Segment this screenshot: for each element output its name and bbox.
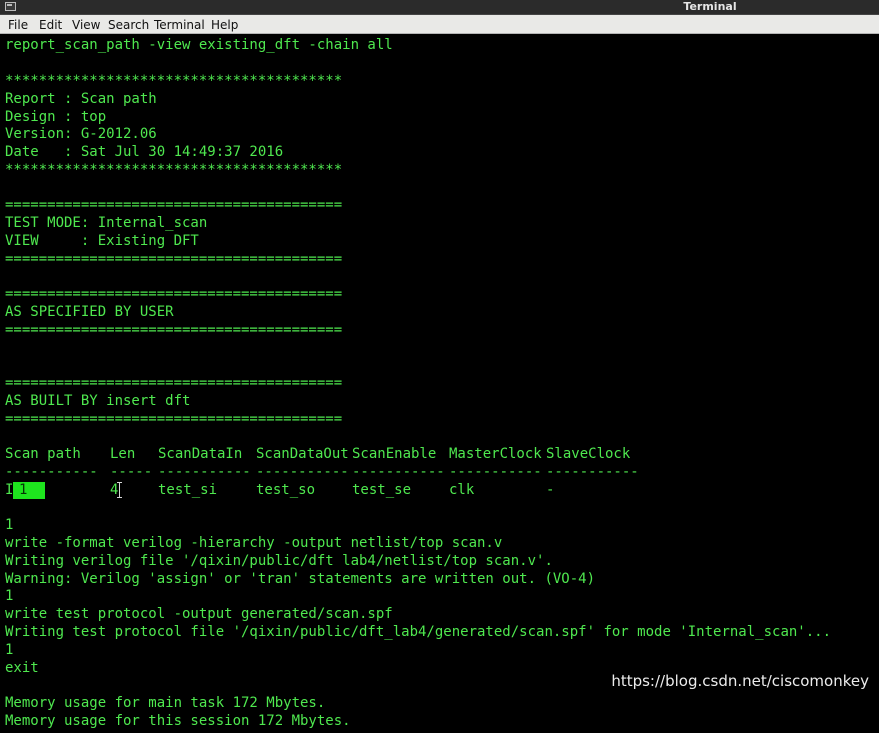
- report-version-line: Version: G-2012.06: [5, 126, 157, 142]
- section-separator: ========================================: [5, 375, 343, 391]
- text-cursor-icon: [117, 482, 122, 498]
- terminal-window-icon[interactable]: [5, 2, 16, 11]
- return-value-line: 1: [5, 642, 14, 658]
- scan-data-in-value: test_si: [158, 482, 218, 498]
- scan-chain-name: 1: [19, 482, 28, 498]
- table-header-len: Len: [110, 446, 136, 462]
- section-heading: AS SPECIFIED BY USER: [5, 304, 174, 320]
- report-separator: ****************************************: [5, 162, 343, 178]
- table-separator: -----------: [449, 464, 542, 480]
- table-separator: -----------: [256, 464, 349, 480]
- slave-clock-value: -: [546, 482, 555, 498]
- table-separator: -----------: [546, 464, 639, 480]
- report-design-line: Design : top: [5, 109, 107, 125]
- watermark-text: https://blog.csdn.net/ciscomonkey: [611, 672, 869, 690]
- terminal-output[interactable]: report_scan_path -view existing_dft -cha…: [0, 34, 879, 733]
- menu-help[interactable]: Help: [209, 17, 240, 33]
- table-header-scan-enable: ScanEnable: [352, 446, 437, 462]
- scan-data-out-value: test_so: [256, 482, 316, 498]
- table-header-scan-path: Scan path: [5, 446, 81, 462]
- writing-protocol-line: Writing test protocol file '/qixin/publi…: [5, 624, 832, 640]
- table-header-scan-data-out: ScanDataOut: [256, 446, 349, 462]
- test-mode-line: TEST MODE: Internal_scan: [5, 215, 208, 231]
- section-separator: ========================================: [5, 411, 343, 427]
- title-bar[interactable]: Terminal: [0, 0, 879, 15]
- report-title-line: Report : Scan path: [5, 91, 157, 107]
- table-header-scan-data-in: ScanDataIn: [158, 446, 243, 462]
- warning-line: Warning: Verilog 'assign' or 'tran' stat…: [5, 571, 596, 587]
- return-value-line: 1: [5, 517, 14, 533]
- table-separator: -----: [110, 464, 153, 480]
- writing-verilog-line: Writing verilog file '/qixin/public/dft …: [5, 553, 553, 569]
- menu-view[interactable]: View: [70, 17, 102, 33]
- view-line: VIEW : Existing DFT: [5, 233, 199, 249]
- command-line: report_scan_path -view existing_dft -cha…: [5, 37, 393, 53]
- selection-highlight[interactable]: 1: [13, 482, 45, 499]
- return-value-line: 1: [5, 588, 14, 604]
- menu-bar: File Edit View Search Terminal Help: [0, 15, 879, 34]
- section-separator: ========================================: [5, 197, 343, 213]
- table-header-slave-clock: SlaveClock: [546, 446, 631, 462]
- menu-file[interactable]: File: [6, 17, 30, 33]
- memory-usage-session-line: Memory usage for this session 172 Mbytes…: [5, 713, 351, 729]
- exit-command-line: exit: [5, 660, 39, 676]
- menu-edit[interactable]: Edit: [37, 17, 64, 33]
- memory-usage-task-line: Memory usage for main task 172 Mbytes.: [5, 695, 326, 711]
- table-separator: -----------: [158, 464, 251, 480]
- write-command-line: write -format verilog -hierarchy -output…: [5, 535, 503, 551]
- table-header-master-clock: MasterClock: [449, 446, 542, 462]
- section-separator: ========================================: [5, 286, 343, 302]
- master-clock-value: clk: [449, 482, 475, 498]
- table-separator: -----------: [5, 464, 98, 480]
- write-protocol-command-line: write test protocol -output generated/sc…: [5, 606, 393, 622]
- table-separator: -----------: [352, 464, 445, 480]
- section-heading: AS BUILT BY insert dft: [5, 393, 191, 409]
- terminal-window: Terminal File Edit View Search Terminal …: [0, 0, 879, 733]
- scan-enable-value: test_se: [352, 482, 412, 498]
- report-date-line: Date : Sat Jul 30 14:49:37 2016: [5, 144, 284, 160]
- section-separator: ========================================: [5, 251, 343, 267]
- menu-terminal[interactable]: Terminal: [152, 17, 207, 33]
- window-title: Terminal: [683, 0, 737, 13]
- section-separator: ========================================: [5, 322, 343, 338]
- report-separator: ****************************************: [5, 73, 343, 89]
- menu-search[interactable]: Search: [106, 17, 151, 33]
